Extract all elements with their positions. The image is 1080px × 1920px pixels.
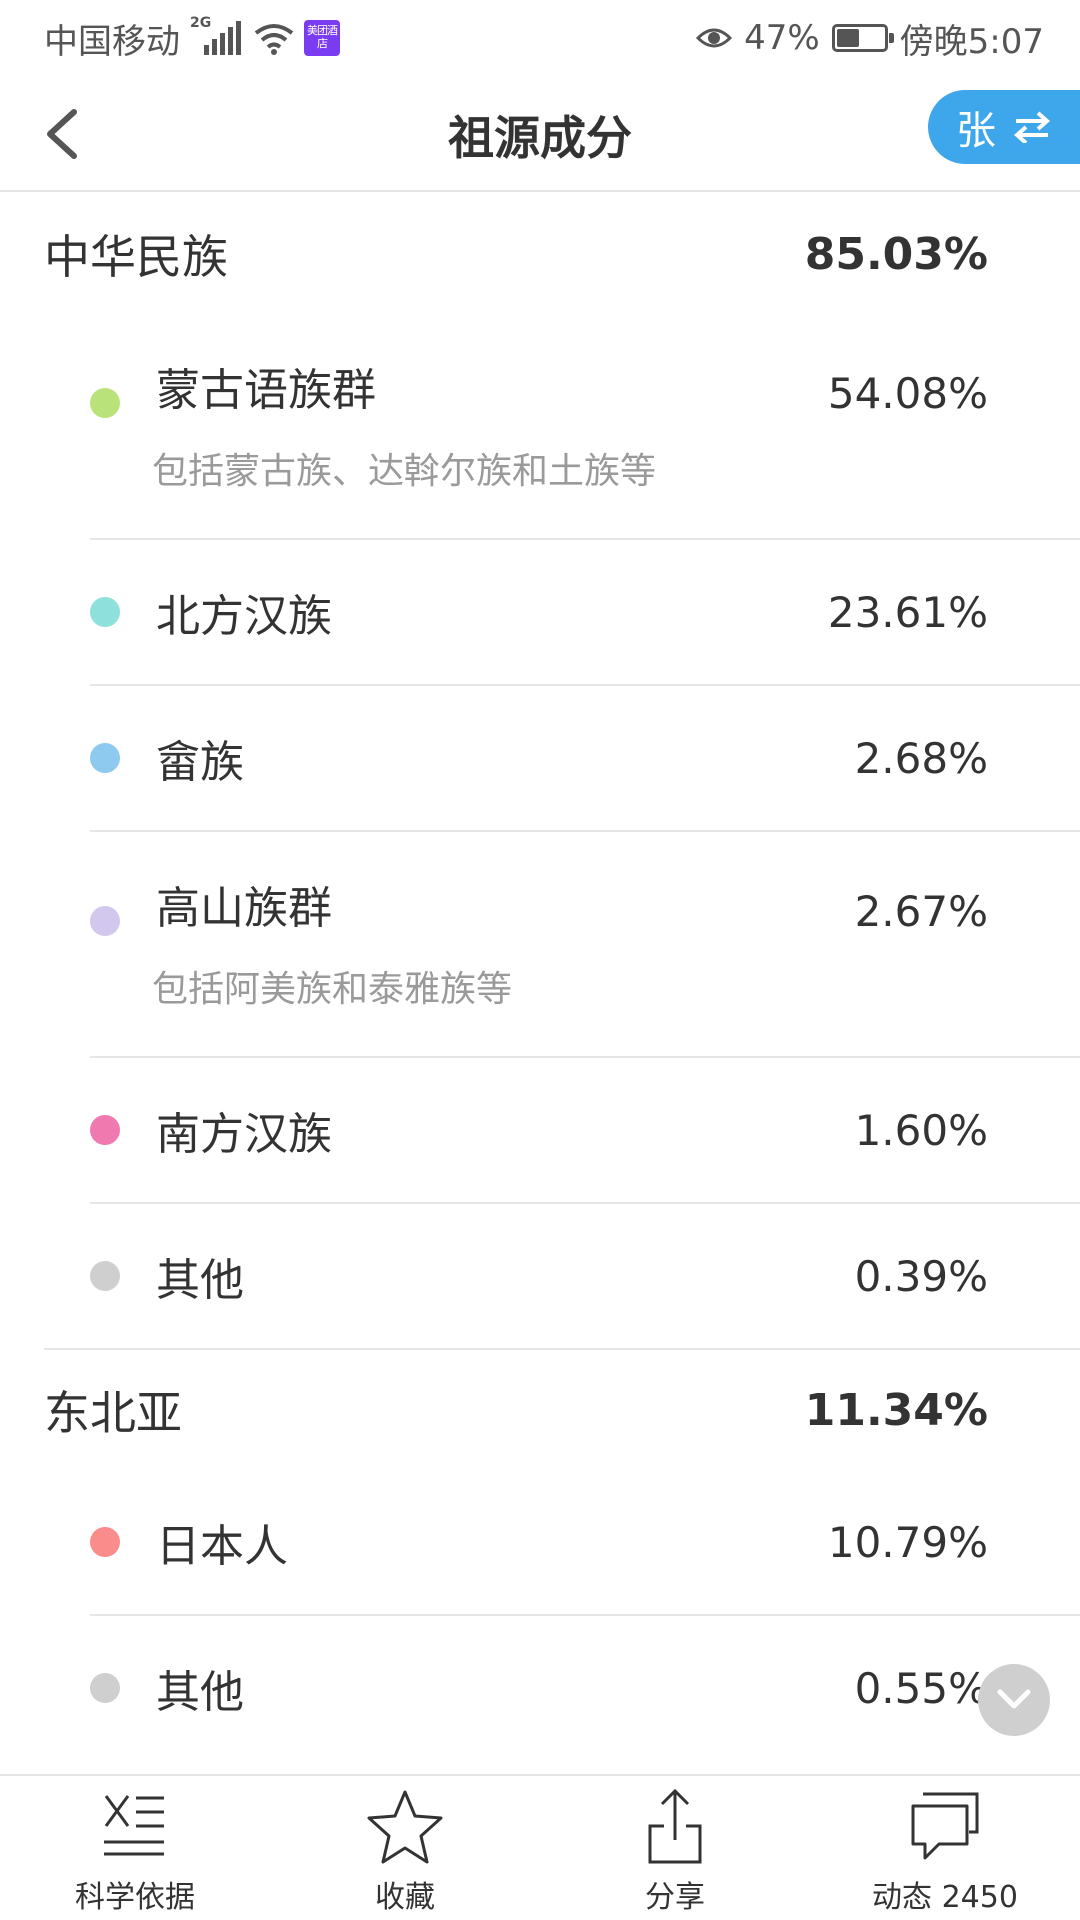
item-row: 高山族群 2.67% bbox=[90, 832, 1080, 948]
tab-label: 科学依据 bbox=[75, 1880, 195, 1915]
item-percent: 2.67% bbox=[854, 887, 988, 936]
group-name: 东北亚 bbox=[44, 1386, 182, 1440]
scroll-down-button[interactable] bbox=[978, 1664, 1050, 1736]
tab-share[interactable]: 分享 bbox=[540, 1776, 810, 1920]
tab-label: 收藏 bbox=[375, 1880, 435, 1915]
item-row: 日本人 10.79% bbox=[90, 1470, 1080, 1614]
item-name: 日本人 bbox=[156, 1521, 288, 1572]
item-row: 其他 0.55% bbox=[90, 1616, 1080, 1760]
page-title: 祖源成分 bbox=[448, 111, 632, 165]
list-item: 其他 0.39% bbox=[90, 1204, 1080, 1348]
clock: 傍晚5:07 bbox=[899, 21, 1044, 62]
app-header: 祖源成分 张 bbox=[0, 76, 1080, 192]
item-row: 南方汉族 1.60% bbox=[90, 1058, 1080, 1202]
list-item: 北方汉族 23.61% bbox=[90, 540, 1080, 686]
carrier-name: 中国移动 bbox=[44, 21, 180, 62]
tab-science-basis[interactable]: 科学依据 bbox=[0, 1776, 270, 1920]
item-name: 高山族群 bbox=[156, 883, 332, 934]
eye-icon bbox=[696, 28, 733, 48]
network-type: 2G bbox=[190, 15, 212, 31]
item-percent: 23.61% bbox=[827, 587, 988, 637]
science-basis-icon bbox=[104, 1795, 164, 1856]
group-header: 中华民族 85.03% bbox=[44, 194, 1080, 314]
ancestry-list: 中华民族 85.03% 蒙古语族群 54.08% 包括蒙古族、达斡尔族和土族等北方汉族 2… bbox=[0, 194, 1080, 1760]
list-item: 其他 0.55% bbox=[90, 1616, 1080, 1760]
item-row: 畲族 2.68% bbox=[90, 686, 1080, 830]
tab-favorite[interactable]: 收藏 bbox=[270, 1776, 540, 1920]
color-dot bbox=[90, 1261, 120, 1291]
group-header: 东北亚 11.34% bbox=[44, 1350, 1080, 1470]
item-name: 北方汉族 bbox=[156, 591, 332, 642]
item-percent: 2.68% bbox=[854, 733, 988, 783]
cellular-signal-icon: 2G bbox=[190, 15, 244, 55]
tab-activity[interactable]: 动态 2450 bbox=[810, 1776, 1080, 1920]
group-items: 蒙古语族群 54.08% 包括蒙古族、达斡尔族和土族等北方汉族 23.61% 畲族 2.6… bbox=[0, 314, 1080, 1348]
tab-label: 分享 bbox=[645, 1880, 705, 1915]
group-percent: 11.34% bbox=[804, 1384, 988, 1436]
color-dot bbox=[90, 1673, 120, 1703]
item-name: 蒙古语族群 bbox=[156, 365, 376, 416]
item-name: 其他 bbox=[156, 1255, 244, 1306]
item-percent: 0.55% bbox=[854, 1663, 988, 1713]
share-icon bbox=[648, 1788, 702, 1864]
hotel-app-icon: 美团酒店 bbox=[304, 20, 340, 56]
item-row: 其他 0.39% bbox=[90, 1204, 1080, 1348]
item-description: 包括蒙古族、达斡尔族和土族等 bbox=[152, 451, 657, 492]
star-icon bbox=[367, 1790, 443, 1864]
bottom-toolbar: 科学依据 收藏 分享 动态 2450 bbox=[0, 1774, 1080, 1920]
wifi-icon bbox=[254, 24, 294, 55]
battery-icon bbox=[831, 24, 894, 52]
list-item: 南方汉族 1.60% bbox=[90, 1058, 1080, 1204]
color-dot bbox=[90, 1527, 120, 1557]
list-item: 蒙古语族群 54.08% 包括蒙古族、达斡尔族和土族等 bbox=[90, 314, 1080, 540]
item-name: 南方汉族 bbox=[156, 1109, 332, 1160]
item-percent: 10.79% bbox=[827, 1517, 988, 1567]
comment-icon bbox=[911, 1792, 979, 1860]
color-dot bbox=[90, 743, 120, 773]
list-item: 日本人 10.79% bbox=[90, 1470, 1080, 1616]
item-percent: 0.39% bbox=[854, 1251, 988, 1301]
group-name: 中华民族 bbox=[44, 230, 228, 284]
item-percent: 54.08% bbox=[827, 369, 988, 418]
switch-profile-button[interactable]: 张 bbox=[928, 90, 1080, 164]
color-dot bbox=[90, 597, 120, 627]
item-description: 包括阿美族和泰雅族等 bbox=[152, 969, 513, 1010]
item-row: 蒙古语族群 54.08% bbox=[90, 314, 1080, 430]
switch-profile-label: 张 bbox=[956, 108, 996, 154]
color-dot bbox=[90, 1115, 120, 1145]
list-item: 畲族 2.68% bbox=[90, 686, 1080, 832]
item-name: 其他 bbox=[156, 1667, 244, 1718]
item-name: 畲族 bbox=[156, 737, 244, 788]
list-item: 高山族群 2.67% 包括阿美族和泰雅族等 bbox=[90, 832, 1080, 1058]
group-items: 日本人 10.79% 其他 0.55% bbox=[0, 1470, 1080, 1760]
chevron-down-icon bbox=[997, 1689, 1031, 1709]
status-bar: 中国移动 2G 美团酒店 47% 傍晚5:07 bbox=[0, 0, 1080, 76]
tab-label: 动态 2450 bbox=[872, 1880, 1018, 1915]
item-row: 北方汉族 23.61% bbox=[90, 540, 1080, 684]
battery-level bbox=[836, 29, 859, 47]
item-percent: 1.60% bbox=[854, 1105, 988, 1155]
color-dot bbox=[90, 906, 120, 936]
color-dot bbox=[90, 388, 120, 418]
group-percent: 85.03% bbox=[804, 228, 988, 280]
battery-percent: 47% bbox=[744, 18, 820, 58]
swap-arrows-icon bbox=[1014, 111, 1050, 143]
